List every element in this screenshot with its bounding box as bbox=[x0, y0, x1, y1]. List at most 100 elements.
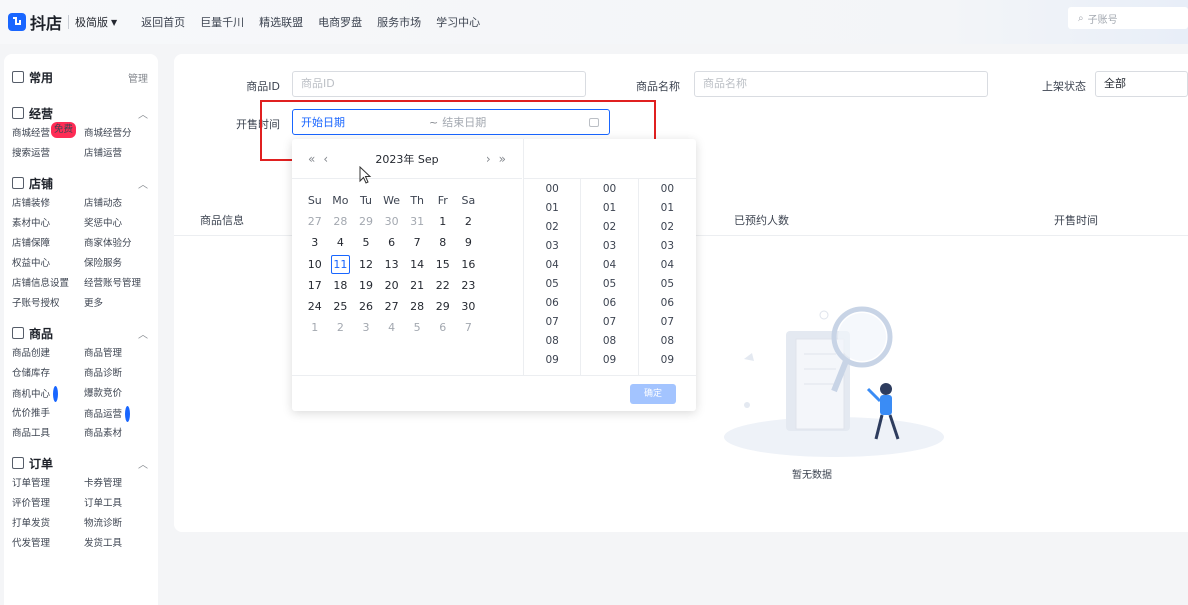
calendar-day[interactable]: 4 bbox=[328, 232, 354, 253]
calendar-day[interactable]: 26 bbox=[353, 296, 379, 317]
sidebar-item[interactable]: 优价推手 bbox=[12, 406, 84, 422]
sidebar-item[interactable]: 仓储库存 bbox=[12, 366, 84, 382]
calendar-day[interactable]: 6 bbox=[379, 232, 405, 253]
time-option[interactable]: 09 bbox=[661, 351, 674, 370]
sidebar-item[interactable]: 店铺信息设置 bbox=[12, 276, 84, 292]
time-option[interactable]: 00 bbox=[545, 180, 558, 199]
sidebar-item[interactable]: 订单管理 bbox=[12, 476, 84, 492]
calendar-day[interactable]: 22 bbox=[430, 275, 456, 296]
time-option[interactable]: 09 bbox=[545, 351, 558, 370]
prev-month-icon[interactable]: ‹ bbox=[319, 152, 332, 166]
sidebar-item[interactable]: 商品诊断 bbox=[84, 366, 156, 382]
calendar-day[interactable]: 1 bbox=[302, 317, 328, 338]
sidebar-item[interactable]: 保险服务 bbox=[84, 256, 156, 272]
sidebar-item[interactable]: 商家体验分 bbox=[84, 236, 156, 252]
time-option[interactable]: 05 bbox=[661, 275, 674, 294]
sidebar-item[interactable]: 商品创建 bbox=[12, 346, 84, 362]
sidebar-item[interactable]: 商城经营分 bbox=[84, 126, 156, 142]
sidebar-item[interactable]: 权益中心 bbox=[12, 256, 84, 272]
time-option[interactable]: 06 bbox=[545, 294, 558, 313]
sidebar-item[interactable]: 商品管理 bbox=[84, 346, 156, 362]
calendar-day[interactable]: 16 bbox=[456, 254, 482, 275]
sidebar-section-operation[interactable]: 经营 ︿ bbox=[4, 100, 158, 126]
calendar-day[interactable]: 11 bbox=[330, 254, 350, 274]
time-option[interactable]: 02 bbox=[661, 218, 674, 237]
sidebar-item[interactable]: 店铺装修 bbox=[12, 196, 84, 212]
sidebar-item[interactable]: 子账号授权 bbox=[12, 296, 84, 312]
sidebar-item[interactable]: 打单发货 bbox=[12, 516, 84, 532]
sidebar-item[interactable]: 订单工具 bbox=[84, 496, 156, 512]
product-name-input[interactable]: 商品名称 bbox=[694, 71, 988, 97]
sidebar-item[interactable]: 商机中心 bbox=[12, 386, 84, 402]
collapse-icon[interactable]: ︿ bbox=[138, 456, 148, 471]
logo[interactable]: 抖店 bbox=[8, 10, 62, 34]
edition-dropdown[interactable]: 极简版 ▼ bbox=[75, 14, 117, 30]
sidebar-item[interactable]: 经营账号管理 bbox=[84, 276, 156, 292]
calendar-day[interactable]: 21 bbox=[404, 275, 430, 296]
time-option[interactable]: 04 bbox=[603, 256, 616, 275]
calendar-day[interactable]: 2 bbox=[328, 317, 354, 338]
time-option[interactable]: 04 bbox=[661, 256, 674, 275]
sidebar-item[interactable]: 店铺运营 bbox=[84, 146, 156, 162]
nav-alliance[interactable]: 精选联盟 bbox=[259, 14, 303, 30]
sidebar-item[interactable]: 代发管理 bbox=[12, 536, 84, 552]
time-option[interactable]: 08 bbox=[545, 332, 558, 351]
calendar-day[interactable]: 8 bbox=[430, 232, 456, 253]
calendar-day[interactable]: 17 bbox=[302, 275, 328, 296]
calendar-day[interactable]: 27 bbox=[302, 211, 328, 232]
calendar-day[interactable]: 13 bbox=[379, 254, 405, 275]
calendar-day[interactable]: 1 bbox=[430, 211, 456, 232]
time-option[interactable]: 04 bbox=[545, 256, 558, 275]
calendar-day[interactable]: 7 bbox=[456, 317, 482, 338]
hour-column[interactable]: 00 01 02 03 04 05 06 07 08 09 bbox=[524, 179, 582, 375]
time-option[interactable]: 02 bbox=[545, 218, 558, 237]
sidebar-section-store[interactable]: 店铺 ︿ bbox=[4, 170, 158, 196]
sidebar-item[interactable]: 店铺动态 bbox=[84, 196, 156, 212]
sidebar-item[interactable]: 奖惩中心 bbox=[84, 216, 156, 232]
sidebar-item[interactable]: 爆款竞价 bbox=[84, 386, 156, 402]
sidebar-item[interactable]: 发货工具 bbox=[84, 536, 156, 552]
calendar-day[interactable]: 27 bbox=[379, 296, 405, 317]
sidebar-section-order[interactable]: 订单 ︿ bbox=[4, 450, 158, 476]
time-option[interactable]: 03 bbox=[661, 237, 674, 256]
calendar-day[interactable]: 30 bbox=[379, 211, 405, 232]
sidebar-item[interactable]: 商品运营 bbox=[84, 406, 156, 422]
calendar-day[interactable]: 3 bbox=[302, 232, 328, 253]
next-year-icon[interactable]: » bbox=[495, 152, 510, 166]
calendar-day[interactable]: 10 bbox=[302, 254, 328, 275]
time-option[interactable]: 05 bbox=[545, 275, 558, 294]
time-option[interactable]: 08 bbox=[603, 332, 616, 351]
sidebar-section-common[interactable]: 常用 管理 bbox=[4, 64, 158, 90]
sidebar-section-product[interactable]: 商品 ︿ bbox=[4, 320, 158, 346]
calendar-day[interactable]: 14 bbox=[404, 254, 430, 275]
calendar-day[interactable]: 19 bbox=[353, 275, 379, 296]
time-option[interactable]: 07 bbox=[603, 313, 616, 332]
calendar-day[interactable]: 28 bbox=[328, 211, 354, 232]
calendar-day[interactable]: 25 bbox=[328, 296, 354, 317]
sidebar-item[interactable]: 商品工具 bbox=[12, 426, 84, 442]
time-option[interactable]: 01 bbox=[603, 199, 616, 218]
time-option[interactable]: 06 bbox=[661, 294, 674, 313]
sidebar-item[interactable]: 更多 bbox=[84, 296, 156, 312]
collapse-icon[interactable]: ︿ bbox=[138, 106, 148, 121]
listing-status-select[interactable]: 全部 bbox=[1095, 71, 1188, 97]
sidebar-item[interactable]: 商品素材 bbox=[84, 426, 156, 442]
calendar-day[interactable]: 30 bbox=[456, 296, 482, 317]
subaccount-search[interactable]: ⌕ 子账号 bbox=[1068, 7, 1188, 29]
calendar-day[interactable]: 12 bbox=[353, 254, 379, 275]
calendar-day[interactable]: 20 bbox=[379, 275, 405, 296]
confirm-button[interactable]: 确定 bbox=[630, 384, 676, 404]
time-option[interactable]: 01 bbox=[661, 199, 674, 218]
calendar-day[interactable]: 9 bbox=[456, 232, 482, 253]
calendar-day[interactable]: 15 bbox=[430, 254, 456, 275]
calendar-day[interactable]: 31 bbox=[404, 211, 430, 232]
calendar-day[interactable]: 24 bbox=[302, 296, 328, 317]
nav-compass[interactable]: 电商罗盘 bbox=[318, 14, 362, 30]
nav-qianchuan[interactable]: 巨量千川 bbox=[200, 14, 244, 30]
calendar-day[interactable]: 29 bbox=[430, 296, 456, 317]
prev-year-icon[interactable]: « bbox=[304, 152, 319, 166]
calendar-day[interactable]: 5 bbox=[353, 232, 379, 253]
time-option[interactable]: 05 bbox=[603, 275, 616, 294]
nav-learning-center[interactable]: 学习中心 bbox=[436, 14, 480, 30]
time-option[interactable]: 07 bbox=[545, 313, 558, 332]
